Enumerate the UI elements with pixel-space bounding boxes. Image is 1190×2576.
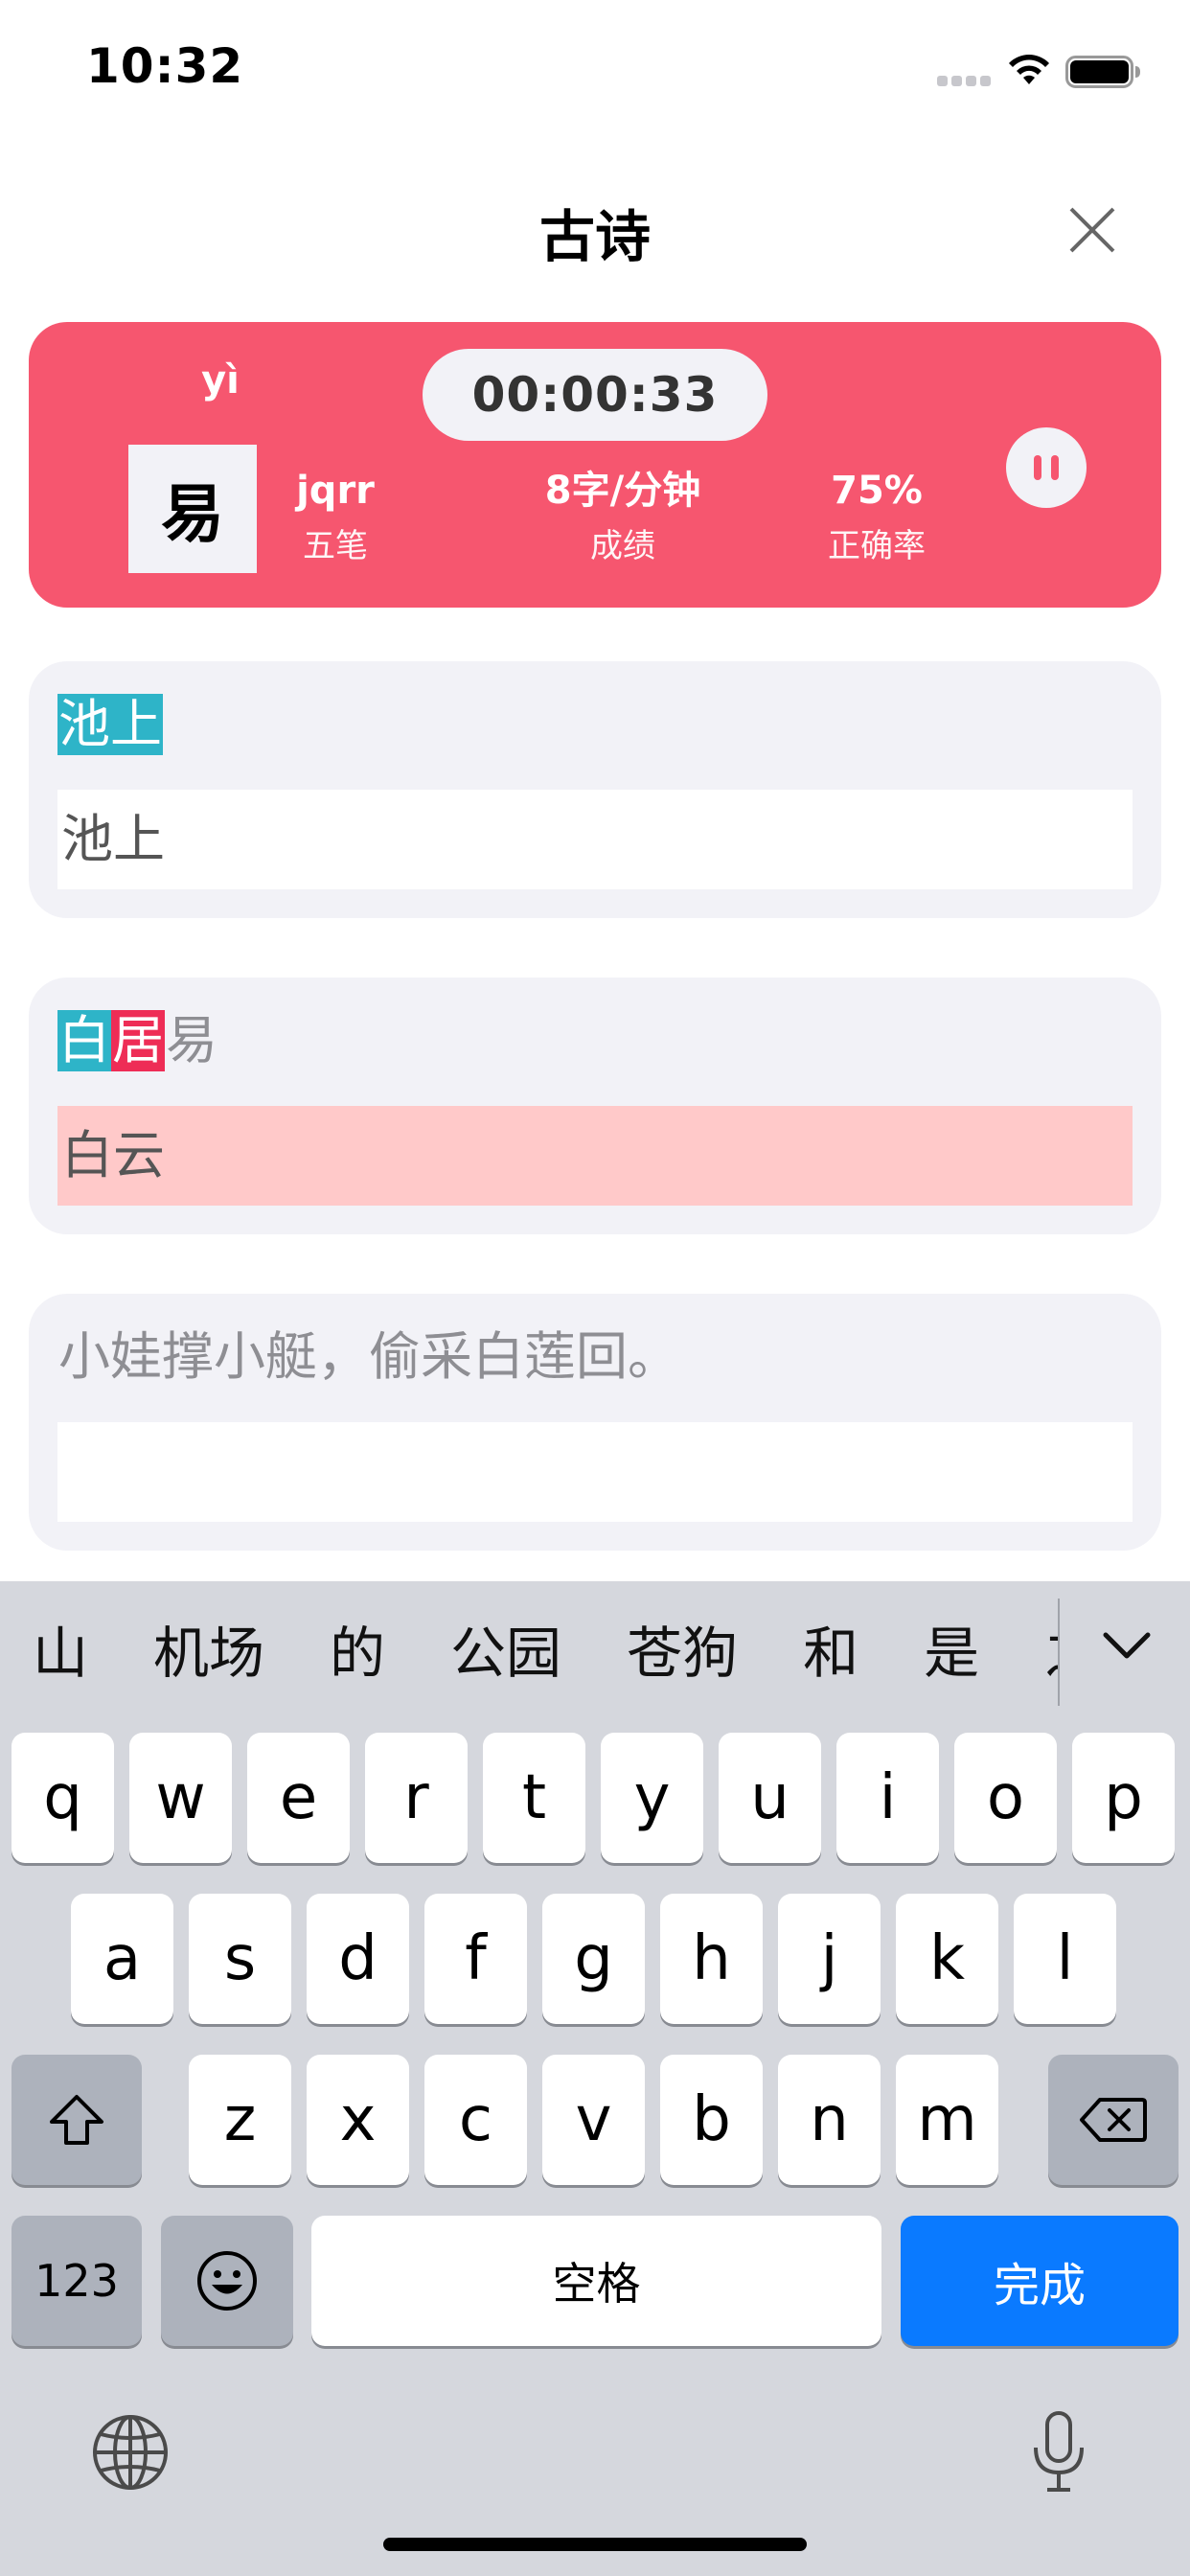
pause-button[interactable]	[1006, 427, 1087, 508]
numbers-key[interactable]: 123	[11, 2216, 142, 2346]
candidate-item[interactable]: 和	[803, 1581, 858, 1725]
candidate-item[interactable]: 机场	[153, 1581, 264, 1725]
key-i[interactable]: i	[836, 1733, 939, 1863]
key-h[interactable]: h	[660, 1894, 763, 2024]
key-y[interactable]: y	[601, 1733, 703, 1863]
poem-line-text: 白居易	[57, 1010, 218, 1071]
untyped-segment: 小娃撑小艇，偷采白莲回。	[58, 1326, 679, 1387]
space-key[interactable]: 空格	[311, 2216, 881, 2346]
current-char-pinyin: yì	[201, 358, 240, 402]
cellular-signal-icon	[937, 76, 993, 87]
accuracy-stat: 75% 正确率	[767, 466, 987, 571]
backspace-icon	[1080, 2098, 1147, 2142]
line-input-field[interactable]	[57, 1422, 1133, 1522]
shift-icon	[50, 2095, 103, 2145]
status-bar: 10:32	[0, 0, 1190, 144]
line-input-field[interactable]: 池上	[57, 790, 1133, 889]
key-b[interactable]: b	[660, 2055, 763, 2185]
status-time: 10:32	[86, 38, 244, 94]
key-g[interactable]: g	[542, 1894, 645, 2024]
candidate-item[interactable]: 之	[1044, 1581, 1058, 1725]
emoji-icon	[197, 2251, 257, 2311]
speed-stat: 8字/分钟 成绩	[484, 466, 762, 571]
key-d[interactable]: d	[307, 1894, 409, 2024]
key-v[interactable]: v	[542, 2055, 645, 2185]
pinyin-keyboard: 山机场的公园苍狗和是之 q w e r t y u i o p a s d f …	[0, 1581, 1190, 2576]
poem-line-card: 小娃撑小艇，偷采白莲回。	[29, 1294, 1161, 1551]
typed-correct-segment: 池上	[57, 694, 163, 755]
candidate-item[interactable]: 的	[330, 1581, 385, 1725]
key-n[interactable]: n	[778, 2055, 881, 2185]
wubi-code-label: 五笔	[303, 527, 368, 565]
poem-line-card: 白居易 白云	[29, 978, 1161, 1234]
poem-line-text: 池上	[57, 694, 163, 755]
key-o[interactable]: o	[954, 1733, 1057, 1863]
key-l[interactable]: l	[1014, 1894, 1116, 2024]
home-indicator	[383, 2538, 807, 2551]
candidate-bar: 山机场的公园苍狗和是之	[0, 1581, 1190, 1725]
typed-wrong-segment: 居	[111, 1010, 165, 1071]
key-w[interactable]: w	[129, 1733, 232, 1863]
key-r[interactable]: r	[365, 1733, 468, 1863]
globe-icon[interactable]	[91, 2413, 170, 2492]
key-f[interactable]: f	[424, 1894, 527, 2024]
wubi-code-stat: jqrr 五笔	[268, 466, 402, 571]
untyped-segment: 易	[166, 1010, 217, 1070]
battery-icon	[1065, 56, 1140, 88]
typing-speed-label: 成绩	[590, 527, 655, 565]
candidate-list: 山机场的公园苍狗和是之	[0, 1581, 1058, 1725]
key-e[interactable]: e	[247, 1733, 350, 1863]
current-char: 易	[128, 445, 257, 573]
page-title: 古诗	[538, 204, 651, 269]
wifi-icon	[1009, 55, 1049, 84]
accuracy-label: 正确率	[828, 527, 926, 565]
key-p[interactable]: p	[1072, 1733, 1175, 1863]
typing-speed: 8字/分钟	[544, 469, 701, 513]
candidate-divider	[1058, 1598, 1060, 1706]
candidate-item[interactable]: 苍狗	[627, 1581, 738, 1725]
chevron-down-icon[interactable]	[1098, 1622, 1156, 1669]
line-input-field[interactable]: 白云	[57, 1106, 1133, 1206]
key-z[interactable]: z	[189, 2055, 291, 2185]
pause-icon	[1051, 455, 1059, 480]
key-u[interactable]: u	[719, 1733, 821, 1863]
shift-key[interactable]	[11, 2055, 142, 2185]
poem-line-text: 小娃撑小艇，偷采白莲回。	[57, 1326, 680, 1388]
emoji-key[interactable]	[161, 2216, 293, 2346]
pause-icon	[1034, 455, 1041, 480]
key-q[interactable]: q	[11, 1733, 114, 1863]
candidate-item[interactable]: 山	[33, 1581, 88, 1725]
key-s[interactable]: s	[189, 1894, 291, 2024]
poem-line-card: 池上 池上	[29, 661, 1161, 918]
key-m[interactable]: m	[896, 2055, 998, 2185]
wubi-code: jqrr	[296, 469, 375, 513]
done-key[interactable]: 完成	[901, 2216, 1179, 2346]
key-c[interactable]: c	[424, 2055, 527, 2185]
key-j[interactable]: j	[778, 1894, 881, 2024]
microphone-icon[interactable]	[1029, 2409, 1088, 2496]
candidate-item[interactable]: 公园	[450, 1581, 561, 1725]
candidate-item[interactable]: 是	[924, 1581, 979, 1725]
key-a[interactable]: a	[71, 1894, 173, 2024]
typing-stats-card: yì 易 00:00:33 jqrr 五笔 8字/分钟 成绩 75% 正确率	[29, 322, 1161, 608]
key-k[interactable]: k	[896, 1894, 998, 2024]
delete-key[interactable]	[1048, 2055, 1179, 2185]
elapsed-timer: 00:00:33	[423, 349, 767, 441]
close-icon[interactable]	[1064, 201, 1121, 259]
key-t[interactable]: t	[483, 1733, 585, 1863]
typed-correct-segment: 白	[57, 1010, 111, 1071]
accuracy-value: 75%	[831, 469, 923, 513]
key-x[interactable]: x	[307, 2055, 409, 2185]
